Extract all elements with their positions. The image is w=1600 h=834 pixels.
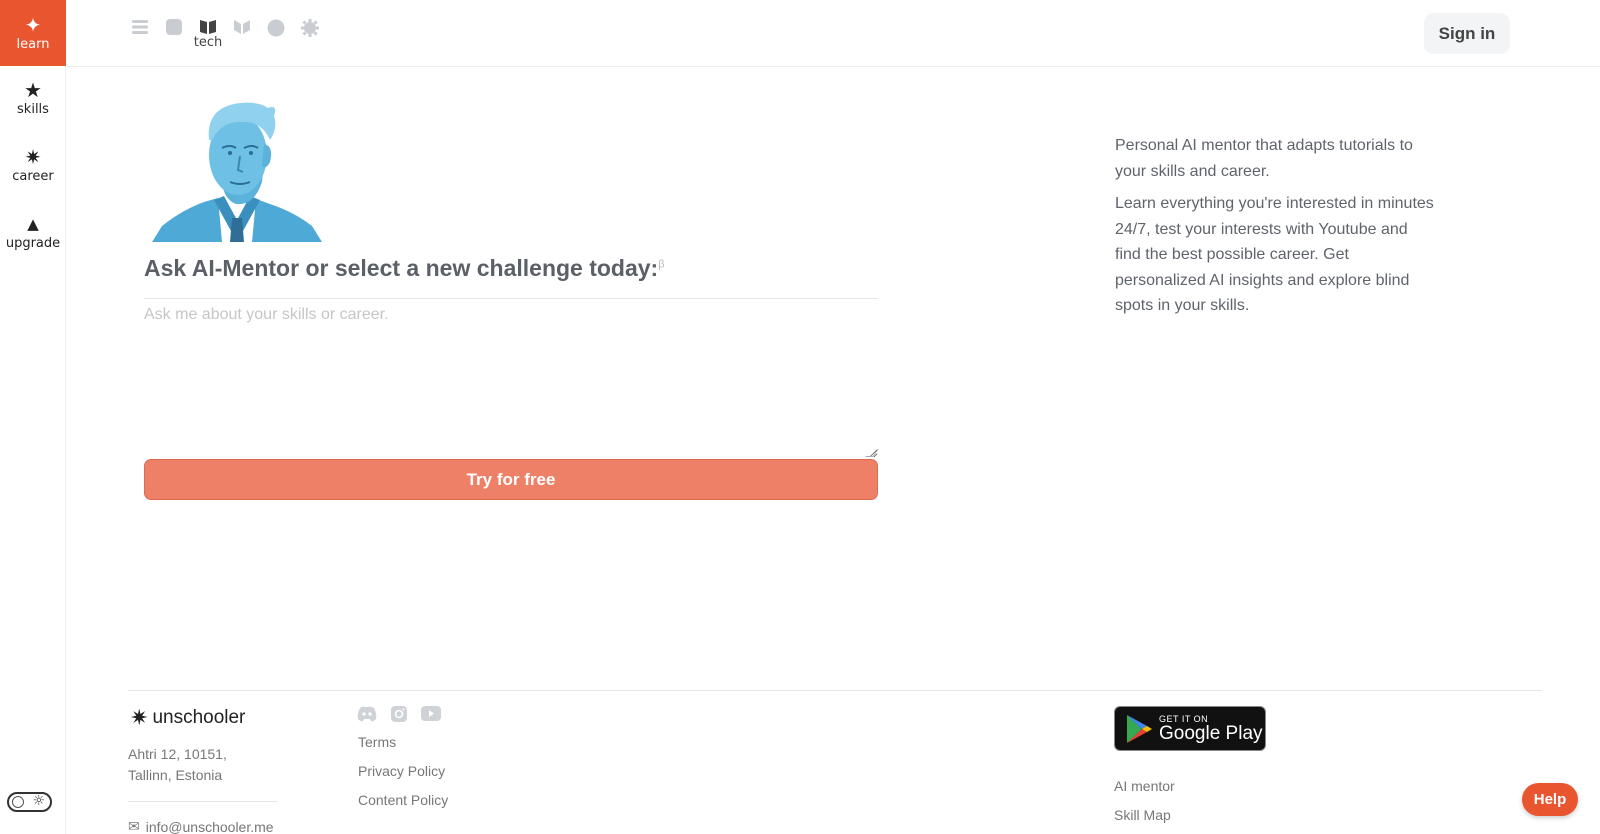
sparkle-icon: ✦ <box>24 12 42 37</box>
mentor-portrait <box>152 102 322 242</box>
divider <box>144 298 878 299</box>
sidebar-item-label: learn <box>16 36 50 52</box>
sidebar-item-label: career <box>12 168 54 184</box>
category-square[interactable] <box>157 19 191 59</box>
square-icon <box>166 19 182 35</box>
footer-divider <box>128 690 1542 691</box>
sidebar-item-label: upgrade <box>5 235 61 251</box>
footer-link-terms[interactable]: Terms <box>358 734 396 750</box>
starburst-icon: ✷ <box>130 705 149 730</box>
category-circle[interactable] <box>259 19 293 59</box>
description: Personal AI mentor that adapts tutorials… <box>1115 133 1435 326</box>
top-bar: tech Sign in <box>66 0 1600 67</box>
brand-name: unschooler <box>152 707 246 728</box>
address-line: Tallinn, Estonia <box>128 767 223 783</box>
footer-brand[interactable]: ✷ unschooler <box>130 705 245 731</box>
category-bookmark[interactable] <box>225 19 259 59</box>
sign-in-button[interactable]: Sign in <box>1424 13 1510 54</box>
mail-icon: ✉ <box>128 818 140 834</box>
category-gear[interactable] <box>293 19 327 59</box>
try-for-free-button[interactable]: Try for free <box>144 459 878 500</box>
category-icons: tech <box>123 19 327 59</box>
bookmark-icon <box>234 20 250 34</box>
store-big-text: Google Play <box>1159 722 1263 744</box>
beta-mark: β <box>658 258 665 271</box>
store-text: GET IT ON Google Play <box>1159 714 1263 744</box>
google-play-icon <box>1127 714 1152 743</box>
email-text: info@unschooler.me <box>145 818 274 834</box>
sidebar: ✦ learn ★ skills ✷ career ▲ upgrade ☼ <box>0 0 66 834</box>
sidebar-item-label: skills <box>17 101 49 117</box>
discord-icon[interactable] <box>357 706 377 726</box>
starburst-icon: ✷ <box>24 144 42 169</box>
triangle-icon: ▲ <box>27 214 39 233</box>
page-title-text: Ask AI-Mentor or select a new challenge … <box>144 255 659 281</box>
footer-link-skill-map[interactable]: Skill Map <box>1114 807 1171 823</box>
page-title: Ask AI-Mentor or select a new challenge … <box>144 255 665 282</box>
footer-link-ai-mentor[interactable]: AI mentor <box>1114 778 1175 794</box>
category-label: tech <box>193 35 223 50</box>
social-links <box>357 706 441 726</box>
google-play-badge[interactable]: GET IT ON Google Play <box>1114 706 1266 751</box>
sidebar-item-career[interactable]: ✷ career <box>0 142 66 188</box>
layers-icon <box>132 20 148 34</box>
sidebar-item-skills[interactable]: ★ skills <box>0 76 66 120</box>
footer-link-privacy-policy[interactable]: Privacy Policy <box>358 763 445 779</box>
sidebar-item-learn[interactable]: ✦ learn <box>0 0 66 66</box>
toggle-knob <box>12 796 24 808</box>
star-icon: ★ <box>24 77 42 102</box>
footer-divider <box>128 801 278 802</box>
footer-address: Ahtri 12, 10151, Tallinn, Estonia <box>128 744 227 786</box>
ask-input[interactable] <box>144 306 878 458</box>
youtube-icon[interactable] <box>421 706 441 726</box>
theme-toggle[interactable]: ☼ <box>7 792 52 812</box>
category-tech[interactable]: tech <box>191 19 225 59</box>
gear-icon <box>301 19 319 37</box>
sidebar-item-upgrade[interactable]: ▲ upgrade <box>0 210 66 254</box>
description-paragraph: Personal AI mentor that adapts tutorials… <box>1115 137 1413 180</box>
address-line: Ahtri 12, 10151, <box>128 746 227 762</box>
instagram-icon[interactable] <box>391 706 407 726</box>
category-layers[interactable] <box>123 19 157 59</box>
book-icon <box>200 20 216 34</box>
description-paragraph: Learn everything you're interested in mi… <box>1115 195 1434 314</box>
footer-link-content-policy[interactable]: Content Policy <box>358 792 448 808</box>
footer-email[interactable]: ✉ info@unschooler.me <box>128 818 274 834</box>
sun-icon: ☼ <box>32 793 45 809</box>
circle-icon <box>267 19 285 37</box>
store-small-text: GET IT ON <box>1159 713 1209 724</box>
help-button[interactable]: Help <box>1522 783 1578 816</box>
